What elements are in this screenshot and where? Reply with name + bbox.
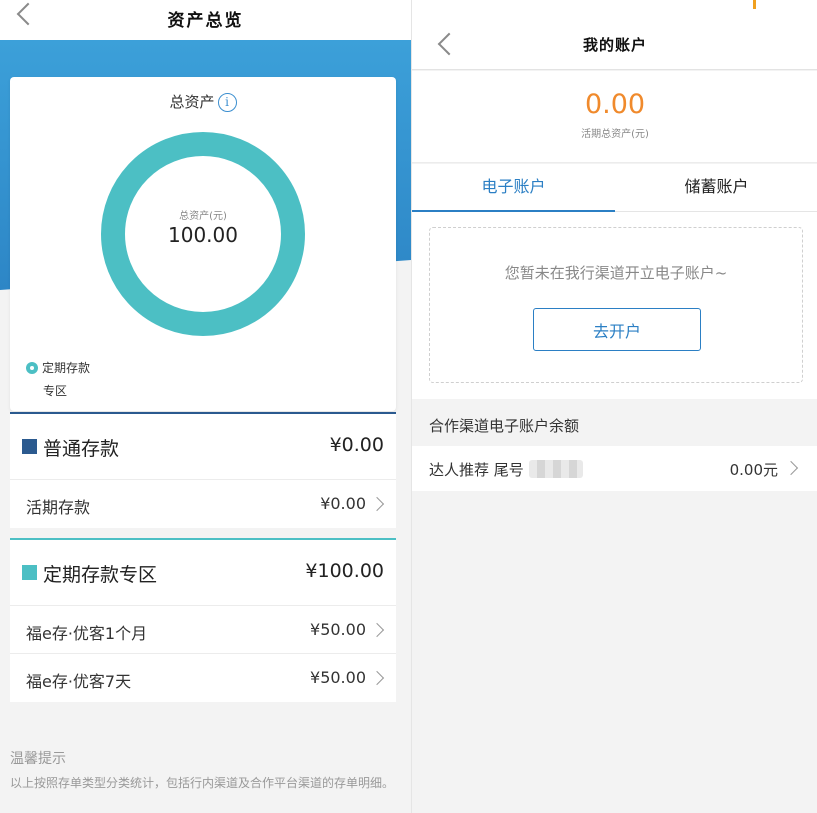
empty-state-section: 您暂未在我行渠道开立电子账户~ 去开户 <box>412 212 817 399</box>
item-name: 达人推荐 尾号 <box>429 461 524 479</box>
donut-center-label: 总资产(元) <box>179 211 227 222</box>
legend-label: 定期存款 <box>42 361 91 375</box>
total-balance-value: 0.00 <box>584 89 646 120</box>
chevron-right-icon <box>369 496 385 512</box>
total-assets-card: 总资产 i 总资产(元) 100.00 定期存款 专区 <box>10 77 396 411</box>
tab-e-account[interactable]: 电子账户 <box>412 164 615 213</box>
group-color-square-icon <box>22 439 37 454</box>
card-title-text: 总资产 <box>169 93 215 111</box>
list-item[interactable]: 福e存·优客7天 ¥50.00 <box>10 654 396 702</box>
page-title: 我的账户 <box>582 36 647 54</box>
legend-label-line2: 专区 <box>43 384 68 398</box>
group-demand-deposits: 普通存款 ¥0.00 活期存款 ¥0.00 <box>10 412 396 528</box>
account-tabs: 电子账户 储蓄账户 <box>412 164 817 213</box>
list-item[interactable]: 福e存·优客1个月 ¥50.00 <box>10 606 396 654</box>
top-nav-bar: 我的账户 <box>412 0 817 70</box>
chevron-right-icon <box>369 670 385 686</box>
tips-title: 温馨提示 <box>10 751 66 767</box>
item-amount: ¥50.00 <box>310 668 366 687</box>
info-icon[interactable]: i <box>217 93 237 112</box>
my-account-screen: 我的账户 0.00 活期总资产(元) 电子账户 储蓄账户 您暂未在我行渠道开立电… <box>411 0 817 813</box>
empty-state-message: 您暂未在我行渠道开立电子账户~ <box>504 264 728 282</box>
tips-body: 以上按照存单类型分类统计，包括行内渠道及合作平台渠道的存单明细。 <box>10 776 395 790</box>
page-title: 资产总览 <box>167 11 244 31</box>
item-amount: 0.00元 <box>729 461 778 479</box>
masked-number <box>529 460 583 478</box>
group-color-square-icon <box>22 565 37 580</box>
item-name: 活期存款 <box>26 498 91 517</box>
chart-legend: 定期存款 专区 <box>26 359 90 399</box>
item-amount: ¥50.00 <box>310 620 366 639</box>
group-header: 定期存款专区 ¥100.00 <box>10 540 396 606</box>
donut-center-value: 100.00 <box>168 223 238 247</box>
group-amount: ¥0.00 <box>329 434 384 456</box>
list-item[interactable]: 活期存款 ¥0.00 <box>10 480 396 528</box>
balance-summary: 0.00 活期总资产(元) <box>412 71 817 163</box>
open-account-button[interactable]: 去开户 <box>533 308 701 351</box>
top-nav-bar: 资产总览 <box>0 0 411 40</box>
group-name: 定期存款专区 <box>43 564 158 586</box>
asset-overview-screen: 资产总览 总资产 i 总资产(元) 100.00 定期存款 专区 普通存款 ¥0.… <box>0 0 411 813</box>
item-name: 福e存·优客7天 <box>26 672 132 691</box>
status-indicator <box>753 0 756 9</box>
chevron-right-icon <box>369 622 385 638</box>
total-balance-label: 活期总资产(元) <box>581 129 649 140</box>
tab-savings-account[interactable]: 储蓄账户 <box>615 164 817 212</box>
empty-state-box: 您暂未在我行渠道开立电子账户~ 去开户 <box>429 227 803 383</box>
legend-dot-icon <box>26 362 38 374</box>
item-name: 福e存·优客1个月 <box>26 624 148 643</box>
chevron-right-icon <box>783 460 799 476</box>
group-amount: ¥100.00 <box>305 560 384 582</box>
item-amount: ¥0.00 <box>320 494 366 513</box>
section-title: 合作渠道电子账户余额 <box>429 417 580 435</box>
group-header: 普通存款 ¥0.00 <box>10 414 396 480</box>
group-name: 普通存款 <box>43 438 120 460</box>
group-time-deposits: 定期存款专区 ¥100.00 福e存·优客1个月 ¥50.00 福e存·优客7天… <box>10 538 396 702</box>
card-title: 总资产 i <box>10 91 396 112</box>
list-item[interactable]: 达人推荐 尾号 0.00元 <box>412 446 817 491</box>
